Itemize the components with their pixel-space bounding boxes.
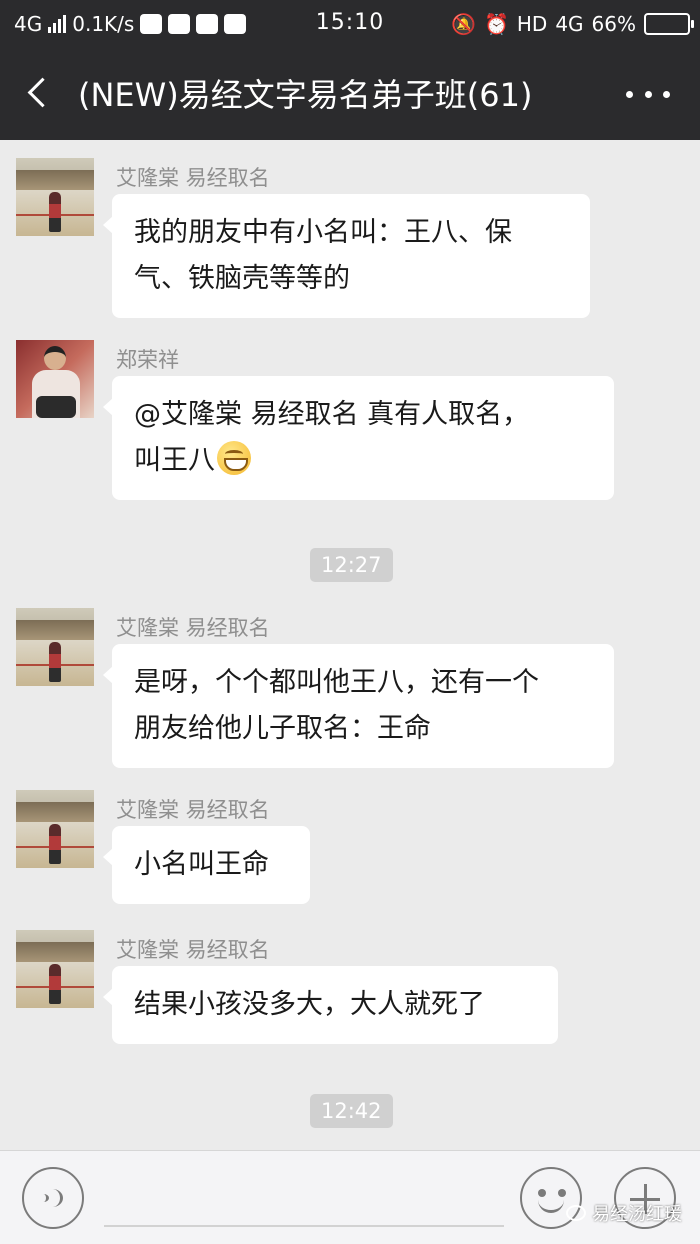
watermark-text: 易经汤红瑗 [592, 1204, 682, 1225]
avatar[interactable] [16, 158, 94, 236]
input-bar [0, 1150, 700, 1244]
back-button[interactable] [22, 74, 62, 114]
avatar[interactable] [16, 930, 94, 1008]
more-options-button[interactable] [626, 76, 670, 112]
message-bubble[interactable]: 结果小孩没多大，大人就死了 [103, 966, 558, 1044]
grin-emoji-icon [217, 441, 251, 475]
wechat-logo-icon [566, 1205, 586, 1221]
watermark: 易经汤红瑗 [566, 1200, 682, 1226]
battery-icon [644, 13, 694, 35]
battery-percent: 66% [591, 12, 636, 36]
message-bubble[interactable]: 小名叫王命 [103, 826, 310, 904]
message-bubble[interactable]: 是呀，个个都叫他王八，还有一个 朋友给他儿子取名：王命 [103, 644, 614, 768]
mute-icon: 🔕 [451, 12, 476, 36]
timestamp-chip: 12:27 [310, 548, 393, 582]
avatar[interactable] [16, 608, 94, 686]
message-input[interactable] [104, 1177, 504, 1227]
sender-name: 艾隆棠 易经取名 [116, 616, 270, 640]
chat-header: (NEW)易经文字易名弟子班(61) [0, 48, 700, 140]
avatar[interactable] [16, 340, 94, 418]
message-bubble[interactable]: 我的朋友中有小名叫：王八、保 气、铁脑壳等等的 [103, 194, 590, 318]
message-bubble[interactable]: @艾隆棠 易经取名 真有人取名， 叫王八 [103, 376, 614, 500]
status-right: 🔕 ⏰ HD 4G 66% [451, 10, 694, 38]
sender-name: 艾隆棠 易经取名 [116, 938, 270, 962]
avatar[interactable] [16, 790, 94, 868]
chat-title: (NEW)易经文字易名弟子班(61) [78, 76, 533, 114]
timestamp-chip: 12:42 [310, 1094, 393, 1128]
voice-input-button[interactable] [22, 1167, 84, 1229]
sender-name: 艾隆棠 易经取名 [116, 798, 270, 822]
sender-name: 艾隆棠 易经取名 [116, 166, 270, 190]
status-bar: 4G 0.1K/s 15:10 🔕 ⏰ HD 4G 66% [0, 0, 700, 48]
sender-name: 郑荣祥 [116, 348, 179, 372]
hd-label: HD [516, 12, 548, 36]
message-text: @艾隆棠 易经取名 真有人取名， 叫王八 [134, 399, 530, 476]
alarm-icon: ⏰ [483, 12, 509, 36]
net-type-label: 4G [555, 12, 584, 36]
